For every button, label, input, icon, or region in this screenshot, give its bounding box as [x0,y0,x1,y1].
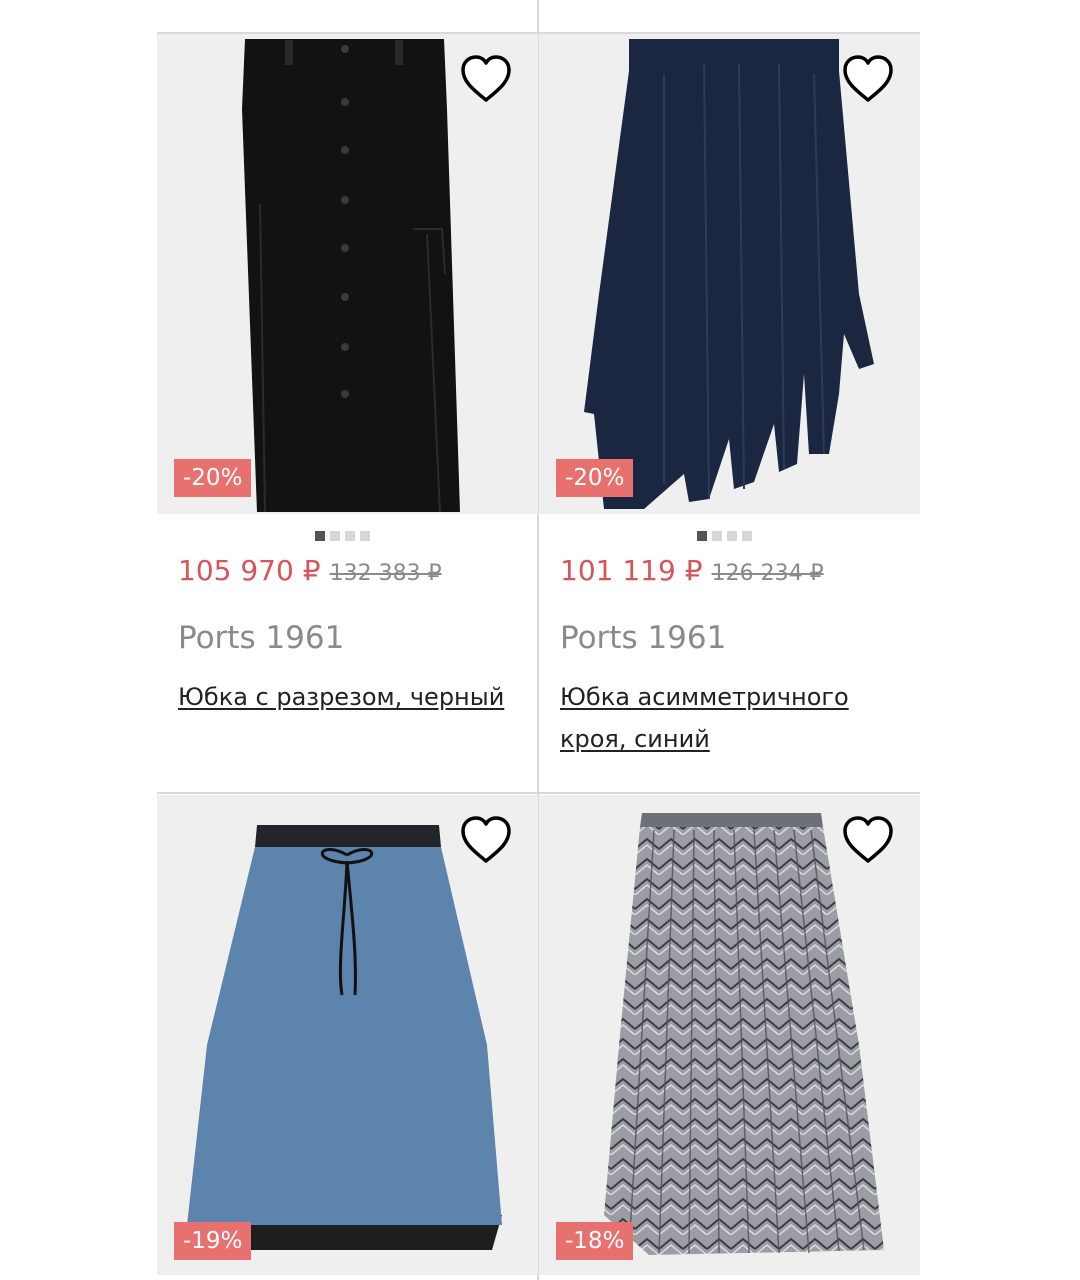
discount-badge: -20% [556,459,634,497]
price-old: 132 383 ₽ [329,561,442,586]
product-image[interactable]: -19% [157,795,538,1275]
price-current: 101 119 ₽ [560,554,703,587]
price-current: 105 970 ₽ [178,554,321,587]
navy-skirt-image [584,39,874,509]
pleated-print-skirt-image [604,813,884,1255]
discount-badge: -18% [556,1222,634,1260]
carousel-dot[interactable] [315,531,325,541]
carousel-dot[interactable] [712,531,722,541]
product-title-link[interactable]: Юбка асимметричного кроя, синий [560,676,900,760]
black-skirt-image [242,39,460,513]
brand-name: Ports 1961 [560,620,727,656]
carousel-dot[interactable] [330,531,340,541]
discount-badge: -19% [174,1222,252,1260]
product-grid: -20% 105 970 ₽ 132 383 ₽ Ports 1961 Юбка… [0,0,1080,1280]
product-card[interactable]: -18% [539,795,920,1280]
brand-name: Ports 1961 [178,620,345,656]
product-image[interactable]: -20% [539,34,920,514]
product-card[interactable]: -19% [157,795,538,1280]
blue-skirt-image [187,825,502,1250]
favorite-heart-icon[interactable] [841,54,895,104]
grid-divider-middle [157,792,920,794]
favorite-heart-icon[interactable] [459,815,513,865]
image-carousel-dots [697,531,752,541]
price-row: 101 119 ₽ 126 234 ₽ [560,554,824,587]
carousel-dot[interactable] [345,531,355,541]
carousel-dot[interactable] [742,531,752,541]
product-card[interactable]: -20% 101 119 ₽ 126 234 ₽ Ports 1961 Юбка… [539,34,920,792]
carousel-dot[interactable] [727,531,737,541]
image-carousel-dots [315,531,370,541]
product-image[interactable]: -20% [157,34,538,514]
price-row: 105 970 ₽ 132 383 ₽ [178,554,442,587]
price-old: 126 234 ₽ [711,561,824,586]
favorite-heart-icon[interactable] [841,815,895,865]
carousel-dot[interactable] [697,531,707,541]
favorite-heart-icon[interactable] [459,54,513,104]
product-card[interactable]: -20% 105 970 ₽ 132 383 ₽ Ports 1961 Юбка… [157,34,538,792]
discount-badge: -20% [174,459,252,497]
product-image[interactable]: -18% [539,795,920,1275]
product-title-link[interactable]: Юбка с разрезом, черный [178,676,518,718]
carousel-dot[interactable] [360,531,370,541]
